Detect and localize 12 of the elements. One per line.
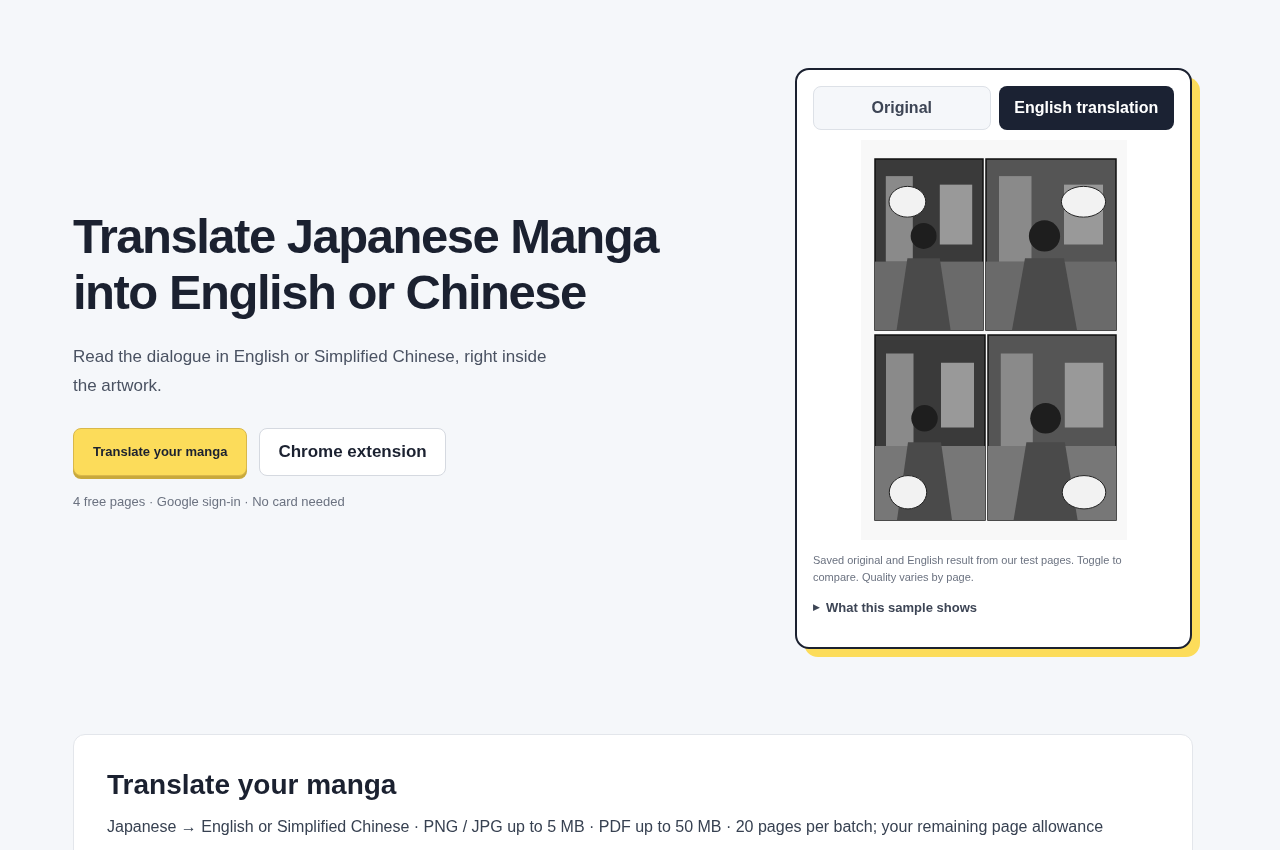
- section-title: Translate your manga: [107, 768, 398, 802]
- hero-subtitle: Read the dialogue in English or Simplified Chinese, right inside the artwork.: [73, 346, 548, 397]
- section-description: Japanese → English or Simplified Chinese · PNG / JPG up to 5 MB · PDF up to 50 MB · 20 pages per batch; your remaining page allowance: [107, 817, 1105, 837]
- signup-note: 4 free pages · Google sign-in · No card needed: [73, 493, 346, 511]
- sample-caption: Saved original and English result from our test pages. Toggle to compare. Quality varies by page.: [813, 553, 1123, 585]
- details-toggle[interactable]: What this sample shows: [826, 598, 977, 618]
- disclosure-icon: ▶: [813, 601, 820, 615]
- extension-button[interactable]: Chrome extension: [259, 428, 446, 476]
- translate-button[interactable]: Translate your manga: [73, 428, 248, 476]
- hero-title: Translate Japanese Manga into English or Chinese: [73, 208, 660, 320]
- view-tab[interactable]: English translation: [998, 86, 1174, 130]
- view-tab[interactable]: Original: [813, 86, 991, 130]
